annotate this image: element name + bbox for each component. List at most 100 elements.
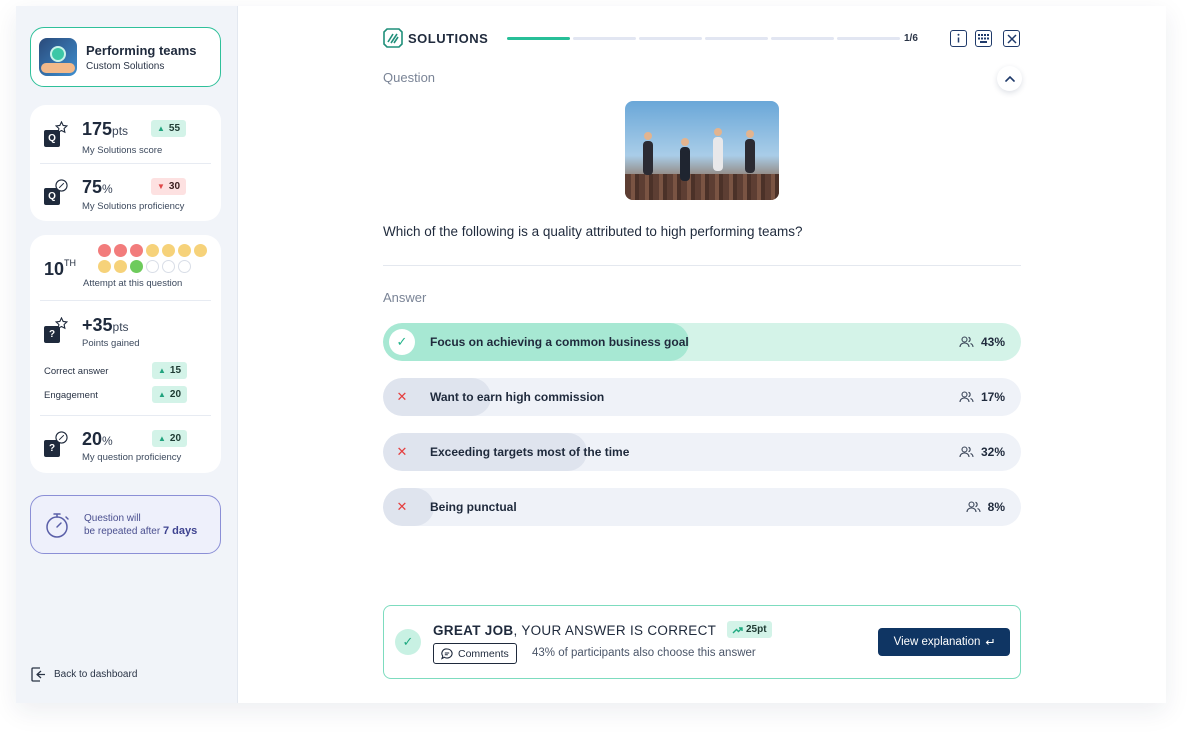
proficiency-stat: Q 75% ▼ 30 My Solutions proficiency [44, 177, 209, 221]
attempt-dot-yellow [194, 244, 207, 257]
info-button[interactable] [950, 30, 967, 47]
breakdown-label-correct: Correct answer [44, 366, 109, 377]
app-window: Performing teams Custom Solutions Q 175p… [16, 6, 1166, 703]
person-head [714, 128, 722, 136]
result-banner: ✓ GREAT JOB, YOUR ANSWER IS CORRECT 25pt… [383, 605, 1021, 679]
brand-logo: SOLUTIONS [383, 28, 488, 48]
progress-segment [837, 37, 900, 40]
team-title: Performing teams [86, 42, 197, 58]
solutions-stats-card: Q 175pts ▲ 55 My Solutions score Q 75% ▼ 3… [30, 105, 221, 221]
question-section-label: Question [383, 70, 436, 85]
result-headline: GREAT JOB, YOUR ANSWER IS CORRECT [433, 623, 717, 638]
triangle-up-icon: ▲ [157, 366, 166, 375]
quiz-header: SOLUTIONS 1/6 [383, 26, 1023, 50]
breakdown-delta-correct: ▲ 15 [152, 362, 187, 379]
team-info: Performing teams Custom Solutions [86, 43, 197, 72]
progress-segment [639, 37, 702, 40]
hand-icon [41, 63, 75, 73]
progress-segment [771, 37, 834, 40]
cross-icon: ✕ [396, 389, 408, 404]
divider [40, 300, 211, 301]
answer-option[interactable]: ✓ Focus on achieving a common business go… [383, 323, 1021, 361]
person-figure [745, 139, 755, 173]
cross-icon: ✕ [396, 499, 408, 514]
person-head [746, 130, 754, 138]
question-proficiency-delta: ▲ 20 [152, 430, 187, 447]
answer-percent: 43% [959, 335, 1005, 349]
city-skyline [625, 174, 779, 200]
attempt-rank: 10TH [44, 258, 77, 279]
question-proficiency-value: 20% [82, 429, 113, 449]
answer-percent: 32% [959, 445, 1005, 459]
answer-percent-value: 32% [980, 445, 1005, 459]
question-proficiency-label: My question proficiency [82, 452, 182, 463]
users-icon [959, 391, 974, 403]
score-delta-badge: ▲ 55 [151, 120, 186, 137]
triangle-down-icon: ▼ [156, 182, 165, 191]
divider [40, 163, 211, 164]
users-icon [959, 336, 974, 348]
points-earned-badge: 25pt [727, 621, 772, 638]
answer-text: Being punctual [430, 500, 517, 514]
person-figure [680, 147, 690, 181]
repeat-days: 7 days [162, 524, 198, 537]
repeat-line1: Question will [84, 512, 141, 524]
team-subtitle: Custom Solutions [86, 60, 165, 72]
progress-bar [507, 37, 900, 40]
question-stats-card: 10TH Attempt at this question ? +35pts P… [30, 235, 221, 473]
check-icon: ✓ [395, 629, 421, 655]
attempt-dot-red [130, 244, 143, 257]
breakdown-delta-engagement: ▲ 20 [152, 386, 187, 403]
close-button[interactable] [1003, 30, 1020, 47]
comments-button[interactable]: Comments [433, 643, 517, 664]
sidebar: Performing teams Custom Solutions Q 175p… [16, 6, 238, 703]
attempt-dot-empty [162, 260, 175, 273]
person-head [644, 132, 652, 140]
team-card[interactable]: Performing teams Custom Solutions [30, 27, 221, 87]
answer-option[interactable]: ✕ Being punctual 8% [383, 488, 1021, 526]
answer-option[interactable]: ✕ Want to earn high commission 17% [383, 378, 1021, 416]
score-stat: Q 175pts ▲ 55 My Solutions score [44, 119, 209, 163]
attempt-dot-red [98, 244, 111, 257]
collapse-question-button[interactable] [997, 66, 1022, 91]
main-content: SOLUTIONS 1/6 Question Which of the foll… [238, 6, 1166, 703]
person-head [681, 138, 689, 146]
keyboard-button[interactable] [975, 30, 992, 47]
question-percent-icon: ? [44, 431, 70, 457]
answer-percent-value: 43% [980, 335, 1005, 349]
cross-icon: ✕ [396, 444, 408, 459]
attempt-dot-yellow [114, 260, 127, 273]
progress-segment [705, 37, 768, 40]
check-icon: ✓ [389, 329, 415, 355]
question-percent-icon: Q [44, 179, 70, 205]
view-explanation-button[interactable]: View explanation [878, 628, 1010, 656]
triangle-up-icon: ▲ [157, 434, 166, 443]
participants-share-text: 43% of participants also choose this ans… [532, 647, 756, 659]
divider [383, 265, 1021, 266]
attempt-dot-yellow [98, 260, 111, 273]
globe-icon [50, 46, 66, 62]
score-value: 175pts [82, 119, 129, 139]
view-explanation-label: View explanation [893, 636, 981, 648]
breakdown-label-engagement: Engagement [44, 390, 98, 401]
person-figure [713, 137, 723, 171]
attempt-dot-yellow [178, 244, 191, 257]
info-icon [957, 33, 960, 43]
close-icon [1006, 33, 1017, 44]
answer-option[interactable]: ✕ Exceeding targets most of the time 32% [383, 433, 1021, 471]
chevron-up-icon [1004, 75, 1015, 82]
answer-percent: 17% [959, 390, 1005, 404]
question-star-icon: ? [44, 317, 70, 343]
points-gained-stat: ? +35pts Points gained [44, 315, 209, 355]
back-to-dashboard-link[interactable]: Back to dashboard [30, 666, 137, 683]
points-gained-value: +35pts [82, 315, 129, 335]
solutions-logo-icon [383, 28, 403, 48]
proficiency-value: 75% [82, 177, 113, 197]
attempt-dots [98, 244, 222, 273]
trend-up-icon [732, 626, 743, 633]
back-label: Back to dashboard [54, 669, 138, 680]
repeat-notice: Question will be repeated after 7 days [30, 495, 221, 554]
attempt-dot-yellow [162, 244, 175, 257]
enter-key-icon [986, 639, 994, 645]
attempt-label: Attempt at this question [83, 278, 183, 289]
